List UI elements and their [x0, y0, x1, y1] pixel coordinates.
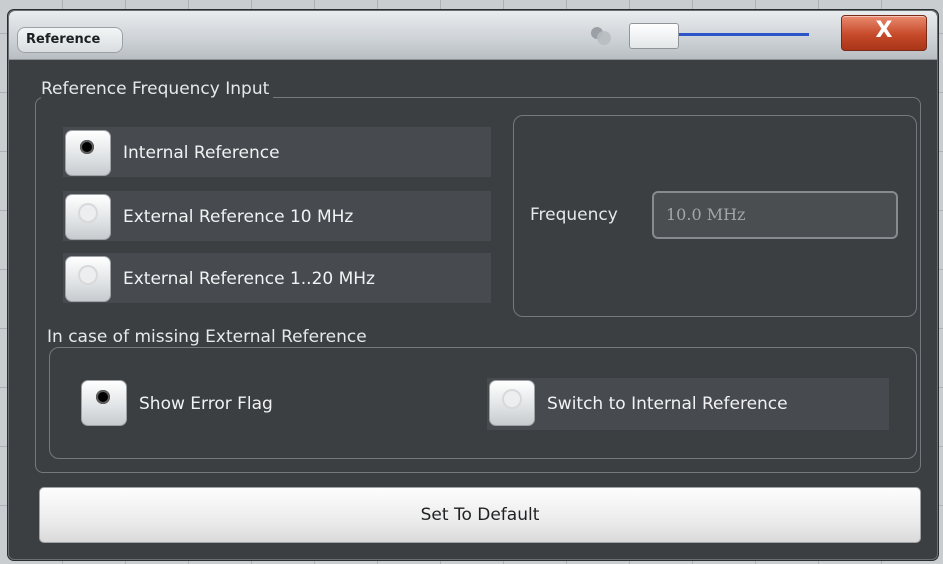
unselected-ring-icon: [78, 265, 98, 285]
transparency-slider-track[interactable]: [677, 33, 809, 36]
set-to-default-button[interactable]: Set To Default: [39, 487, 921, 543]
switch-to-internal-label: Switch to Internal Reference: [547, 394, 788, 414]
transparency-slider-handle[interactable]: [629, 23, 679, 49]
close-button[interactable]: X: [841, 15, 927, 51]
external-reference-10mhz-radio[interactable]: [65, 194, 111, 240]
dialog-title: Reference: [26, 32, 101, 47]
reference-dialog: Reference X Reference Frequency Input In…: [8, 10, 938, 560]
title-bar[interactable]: Reference X: [9, 11, 937, 60]
option-show-error-flag[interactable]: Show Error Flag: [79, 378, 375, 430]
frequency-label: Frequency: [530, 205, 618, 225]
unselected-ring-icon: [502, 389, 522, 409]
option-external-reference-10mhz[interactable]: External Reference 10 MHz: [63, 191, 491, 241]
selected-dot-icon: [80, 140, 94, 154]
external-reference-1-20mhz-label: External Reference 1..20 MHz: [123, 269, 375, 289]
missing-reference-section-label: In case of missing External Reference: [47, 327, 367, 347]
selected-dot-icon: [96, 390, 110, 404]
internal-reference-radio[interactable]: [65, 130, 111, 176]
unselected-ring-icon: [78, 203, 98, 223]
option-external-reference-1-20mhz[interactable]: External Reference 1..20 MHz: [63, 253, 491, 303]
switch-to-internal-radio[interactable]: [489, 380, 535, 426]
option-switch-to-internal[interactable]: Switch to Internal Reference: [487, 378, 889, 430]
reference-input-section-label: Reference Frequency Input: [41, 79, 274, 99]
transparency-icon: [591, 27, 611, 45]
show-error-flag-radio[interactable]: [81, 380, 127, 426]
frequency-field[interactable]: 10.0 MHz: [652, 191, 898, 239]
external-reference-1-20mhz-radio[interactable]: [65, 256, 111, 302]
internal-reference-label: Internal Reference: [123, 143, 280, 163]
close-icon: X: [875, 18, 893, 43]
option-internal-reference[interactable]: Internal Reference: [63, 127, 491, 177]
external-reference-10mhz-label: External Reference 10 MHz: [123, 207, 354, 227]
show-error-flag-label: Show Error Flag: [139, 394, 273, 414]
